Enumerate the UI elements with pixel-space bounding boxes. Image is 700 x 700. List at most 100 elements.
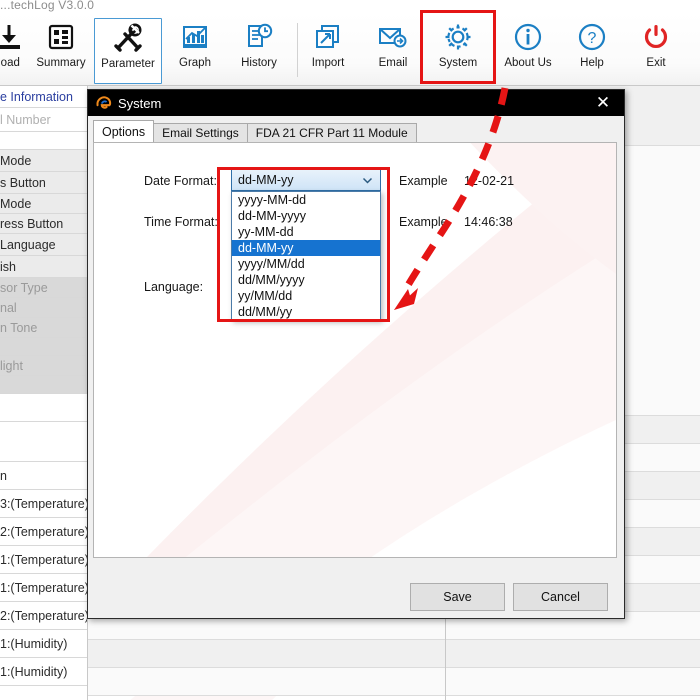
summary-icon: [41, 18, 81, 56]
cancel-button[interactable]: Cancel: [513, 583, 608, 611]
toolbar-item-system[interactable]: System: [425, 18, 491, 82]
sidebar-row[interactable]: Mode: [0, 194, 87, 214]
email-icon: [373, 18, 413, 56]
sidebar-row-label: e Information: [0, 89, 73, 104]
toolbar-item-help[interactable]: ? Help: [559, 18, 625, 82]
time-example-label: Example: [399, 215, 448, 229]
sidebar-row[interactable]: nal: [0, 298, 87, 318]
sidebar-row-label: 2:(Temperature): [0, 524, 87, 539]
dialog-tab-label: FDA 21 CFR Part 11 Module: [255, 126, 408, 140]
sidebar-row-label: l Number: [0, 112, 51, 127]
sidebar-row[interactable]: sor Type: [0, 278, 87, 298]
toolbar-item-label: History: [241, 57, 277, 69]
sidebar-row[interactable]: 1:(Humidity): [0, 658, 87, 686]
sidebar-row[interactable]: 1:(Humidity): [0, 630, 87, 658]
sidebar-row[interactable]: light: [0, 356, 87, 376]
sidebar-row[interactable]: l Number: [0, 108, 87, 132]
sidebar-row[interactable]: 1:(Temperature): [0, 574, 87, 602]
toolbar-item-about-us[interactable]: About Us: [495, 18, 561, 82]
toolbar-item-graph[interactable]: Graph: [162, 18, 228, 82]
svg-text:?: ?: [588, 30, 597, 47]
date-format-option[interactable]: dd-MM-yyyy: [232, 208, 380, 224]
sidebar-row-label: 1:(Humidity): [0, 636, 68, 651]
graph-icon: [175, 18, 215, 56]
toolbar: load Summary Parameter Graph History Imp…: [0, 13, 700, 86]
toolbar-item-label: Help: [580, 57, 604, 69]
sidebar-row[interactable]: ish: [0, 256, 87, 278]
toolbar-item-label: Import: [311, 57, 345, 69]
power-icon: [636, 18, 676, 56]
date-format-option[interactable]: yyyy-MM-dd: [232, 192, 380, 208]
dialog-tab[interactable]: Email Settings: [153, 123, 248, 142]
save-button[interactable]: Save: [410, 583, 505, 611]
language-label: Language:: [144, 280, 204, 294]
sidebar-row[interactable]: 3:(Temperature): [0, 490, 87, 518]
gear-icon: [438, 18, 478, 56]
history-icon: [239, 18, 279, 56]
sidebar-row-label: n: [0, 468, 7, 483]
sidebar-row[interactable]: 2:(Temperature): [0, 602, 87, 630]
sidebar-row[interactable]: [0, 338, 87, 356]
toolbar-item-label: Parameter: [101, 58, 155, 70]
value-column-divider: [445, 606, 446, 700]
question-icon: ?: [572, 18, 612, 56]
options-tab-panel: Date Format: Time Format: Language: Exam…: [93, 142, 617, 558]
import-icon: [308, 18, 348, 56]
sidebar-row[interactable]: [0, 376, 87, 394]
sidebar-row[interactable]: n Tone: [0, 318, 87, 338]
toolbar-item-import[interactable]: Import: [295, 18, 361, 82]
background-table-row: [87, 640, 700, 668]
sidebar-row[interactable]: 1:(Temperature): [0, 546, 87, 574]
sidebar-row-label: sor Type: [0, 280, 48, 295]
date-format-combobox[interactable]: dd-MM-yy: [231, 169, 381, 191]
sidebar-row[interactable]: Language: [0, 234, 87, 256]
toolbar-item-email[interactable]: Email: [360, 18, 426, 82]
dialog-tab[interactable]: FDA 21 CFR Part 11 Module: [246, 123, 417, 142]
sidebar-row-label: Mode: [0, 153, 32, 168]
date-format-option[interactable]: yyyy/MM/dd: [232, 256, 380, 272]
sidebar-row-label: light: [0, 358, 23, 373]
sidebar-row-label: 2:(Temperature): [0, 608, 87, 623]
date-example-value: 12-02-21: [464, 174, 515, 188]
sidebar-row[interactable]: s Button: [0, 172, 87, 194]
toolbar-item-summary[interactable]: Summary: [28, 18, 94, 82]
toolbar-item-exit[interactable]: Exit: [623, 18, 689, 82]
close-icon[interactable]: ✕: [586, 90, 620, 116]
date-format-selected-value: dd-MM-yy: [238, 173, 294, 187]
sidebar-row-label: ress Button: [0, 216, 64, 231]
sidebar-row-label: n Tone: [0, 320, 38, 335]
sidebar-row-label: 1:(Temperature): [0, 552, 87, 567]
parameter-icon: [108, 19, 148, 57]
time-example-value: 14:46:38: [464, 215, 513, 229]
toolbar-item-label: System: [438, 57, 478, 69]
sidebar-row[interactable]: [0, 394, 87, 422]
toolbar-item-label: load: [0, 57, 20, 69]
app-title: ...techLog V3.0.0: [0, 0, 95, 12]
sidebar-row-label: Mode: [0, 196, 32, 211]
sidebar-row-label: s Button: [0, 175, 46, 190]
system-dialog: System ✕ Options Email Settings FDA 21 CFR…: [87, 89, 625, 619]
date-format-option[interactable]: yy-MM-dd: [232, 224, 380, 240]
sidebar-row-label: ish: [0, 259, 16, 274]
sidebar-row[interactable]: n: [0, 462, 87, 490]
date-format-option[interactable]: dd/MM/yyyy: [232, 272, 380, 288]
sidebar-row[interactable]: e Information: [0, 86, 87, 108]
time-format-label: Time Format:: [144, 215, 218, 229]
dialog-tab-label: Email Settings: [162, 126, 239, 140]
toolbar-item-history[interactable]: History: [226, 18, 292, 82]
chevron-down-icon: [361, 174, 374, 187]
sidebar-row[interactable]: 2:(Temperature): [0, 518, 87, 546]
toolbar-item-label: Email: [378, 57, 408, 69]
toolbar-item-parameter[interactable]: Parameter: [94, 18, 162, 84]
sidebar-row[interactable]: [0, 422, 87, 462]
date-format-option[interactable]: yy/MM/dd: [232, 288, 380, 304]
sidebar-row-label: nal: [0, 300, 17, 315]
sidebar-row[interactable]: [0, 132, 87, 150]
toolbar-item-label: About Us: [504, 57, 552, 69]
date-format-option[interactable]: dd/MM/yy: [232, 304, 380, 320]
sidebar-row[interactable]: ress Button: [0, 214, 87, 234]
dialog-tab[interactable]: Options: [93, 120, 155, 142]
sidebar-row[interactable]: Mode: [0, 150, 87, 172]
date-format-option[interactable]: dd-MM-yy: [232, 240, 380, 256]
date-format-dropdown-list[interactable]: yyyy-MM-dd dd-MM-yyyy yy-MM-dd dd-MM-yy yyyy…: [231, 191, 381, 321]
